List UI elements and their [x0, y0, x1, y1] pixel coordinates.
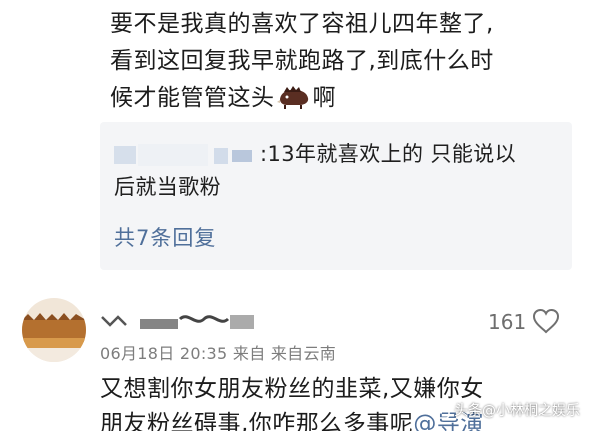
- avatar[interactable]: [22, 298, 86, 362]
- reply-text-line-1: :13年就喜欢上的 只能说以: [260, 142, 517, 166]
- watermark: 头条@小林桐之娱乐: [432, 398, 580, 422]
- reply-text-line-2: 后就当歌粉: [114, 175, 221, 199]
- redacted-username: [114, 144, 252, 166]
- reply-preview-box[interactable]: :13年就喜欢上的 只能说以 后就当歌粉 共7条回复: [100, 122, 572, 270]
- comment-line-3-start: 候才能管管这头: [110, 85, 275, 111]
- comment-line-1: 要不是我真的喜欢了容祖儿四年整了,: [110, 11, 494, 37]
- comment-body: 要不是我真的喜欢了容祖儿四年整了, 看到这回复我早就跑路了,到底什么时 候才能管…: [110, 6, 580, 117]
- watermark-text: 头条@小林桐之娱乐: [454, 403, 580, 419]
- like-count: 161: [488, 310, 527, 334]
- view-replies-link[interactable]: 共7条回复: [114, 222, 216, 252]
- comment-line-3-end: 啊: [312, 85, 336, 111]
- comment-line-3: 候才能管管这头 啊: [110, 80, 580, 117]
- second-comment-line-2-text: 朋友粉丝碍事,你咋那么多事呢: [100, 411, 414, 431]
- heart-icon[interactable]: [532, 308, 560, 334]
- toutiao-logo-icon: [432, 401, 450, 419]
- redacted-username[interactable]: [100, 303, 260, 333]
- comment-line-2: 看到这回复我早就跑路了,到底什么时: [110, 48, 494, 74]
- boar-icon: [276, 86, 308, 109]
- comment-meta: 06月18日 20:35 来自 来自云南: [100, 344, 337, 363]
